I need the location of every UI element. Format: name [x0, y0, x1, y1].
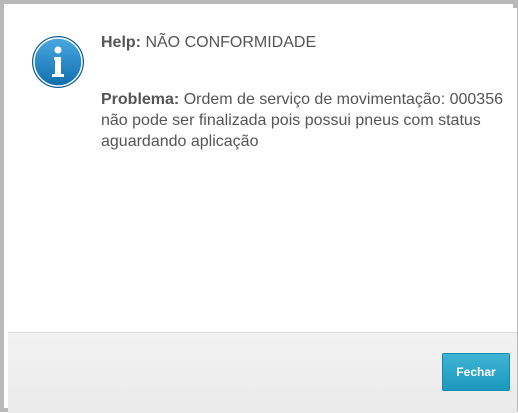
dialog-frame: Help: NÃO CONFORMIDADE Problema: Ordem d…	[0, 0, 518, 413]
help-text: NÃO CONFORMIDADE	[145, 34, 317, 51]
info-icon	[30, 34, 86, 90]
help-dialog: Help: NÃO CONFORMIDADE Problema: Ordem d…	[8, 8, 517, 413]
dialog-footer: Fechar	[8, 332, 517, 413]
help-label: Help:	[101, 34, 141, 51]
message-area: Help: NÃO CONFORMIDADE Problema: Ordem d…	[101, 32, 506, 152]
problem-message: Problema: Ordem de serviço de movimentaç…	[101, 89, 506, 152]
help-line: Help: NÃO CONFORMIDADE	[101, 32, 506, 53]
close-button[interactable]: Fechar	[442, 353, 510, 391]
problem-label: Problema:	[101, 91, 180, 108]
